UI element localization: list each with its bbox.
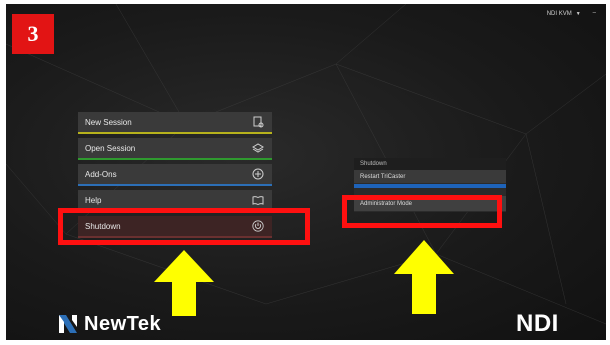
shutdown-highlight-box (58, 208, 310, 245)
restart-tricaster-button[interactable]: Restart TriCaster (354, 170, 506, 184)
help-label: Help (85, 195, 102, 205)
ndi-kvm-label: NDI KVM (546, 11, 572, 17)
submenu-accent-bar (354, 184, 506, 188)
up-arrow-icon (154, 250, 214, 316)
shutdown-submenu-title: Shutdown (354, 158, 506, 170)
administrator-mode-highlight-box (342, 195, 502, 228)
add-ons-label: Add-Ons (85, 169, 117, 179)
ndi-kvm-dropdown[interactable]: NDI KVM ▼ (543, 10, 585, 18)
add-ons-icon (252, 168, 264, 180)
newtek-wordmark: NewTek (84, 312, 162, 335)
newtek-n-icon (59, 315, 77, 333)
book-icon (252, 194, 264, 206)
ndi-logo: NDI (516, 310, 559, 337)
add-ons-button[interactable]: Add-Ons (78, 164, 272, 186)
new-session-label: New Session (85, 117, 132, 127)
step-number-badge: 3 (12, 14, 54, 54)
open-session-icon (252, 142, 264, 154)
newtek-logo: NewTek (56, 312, 161, 336)
tricaster-home-screen: NDI KVM ▼ – New Session Open Session Add… (6, 4, 606, 340)
chevron-down-icon: ▼ (575, 11, 581, 17)
new-session-button[interactable]: New Session (78, 112, 272, 134)
open-session-label: Open Session (85, 143, 136, 153)
top-right-controls: NDI KVM ▼ – (543, 10, 596, 18)
open-session-button[interactable]: Open Session (78, 138, 272, 160)
up-arrow-icon (394, 240, 454, 314)
new-document-icon (252, 116, 264, 128)
minimize-icon[interactable]: – (593, 10, 596, 18)
